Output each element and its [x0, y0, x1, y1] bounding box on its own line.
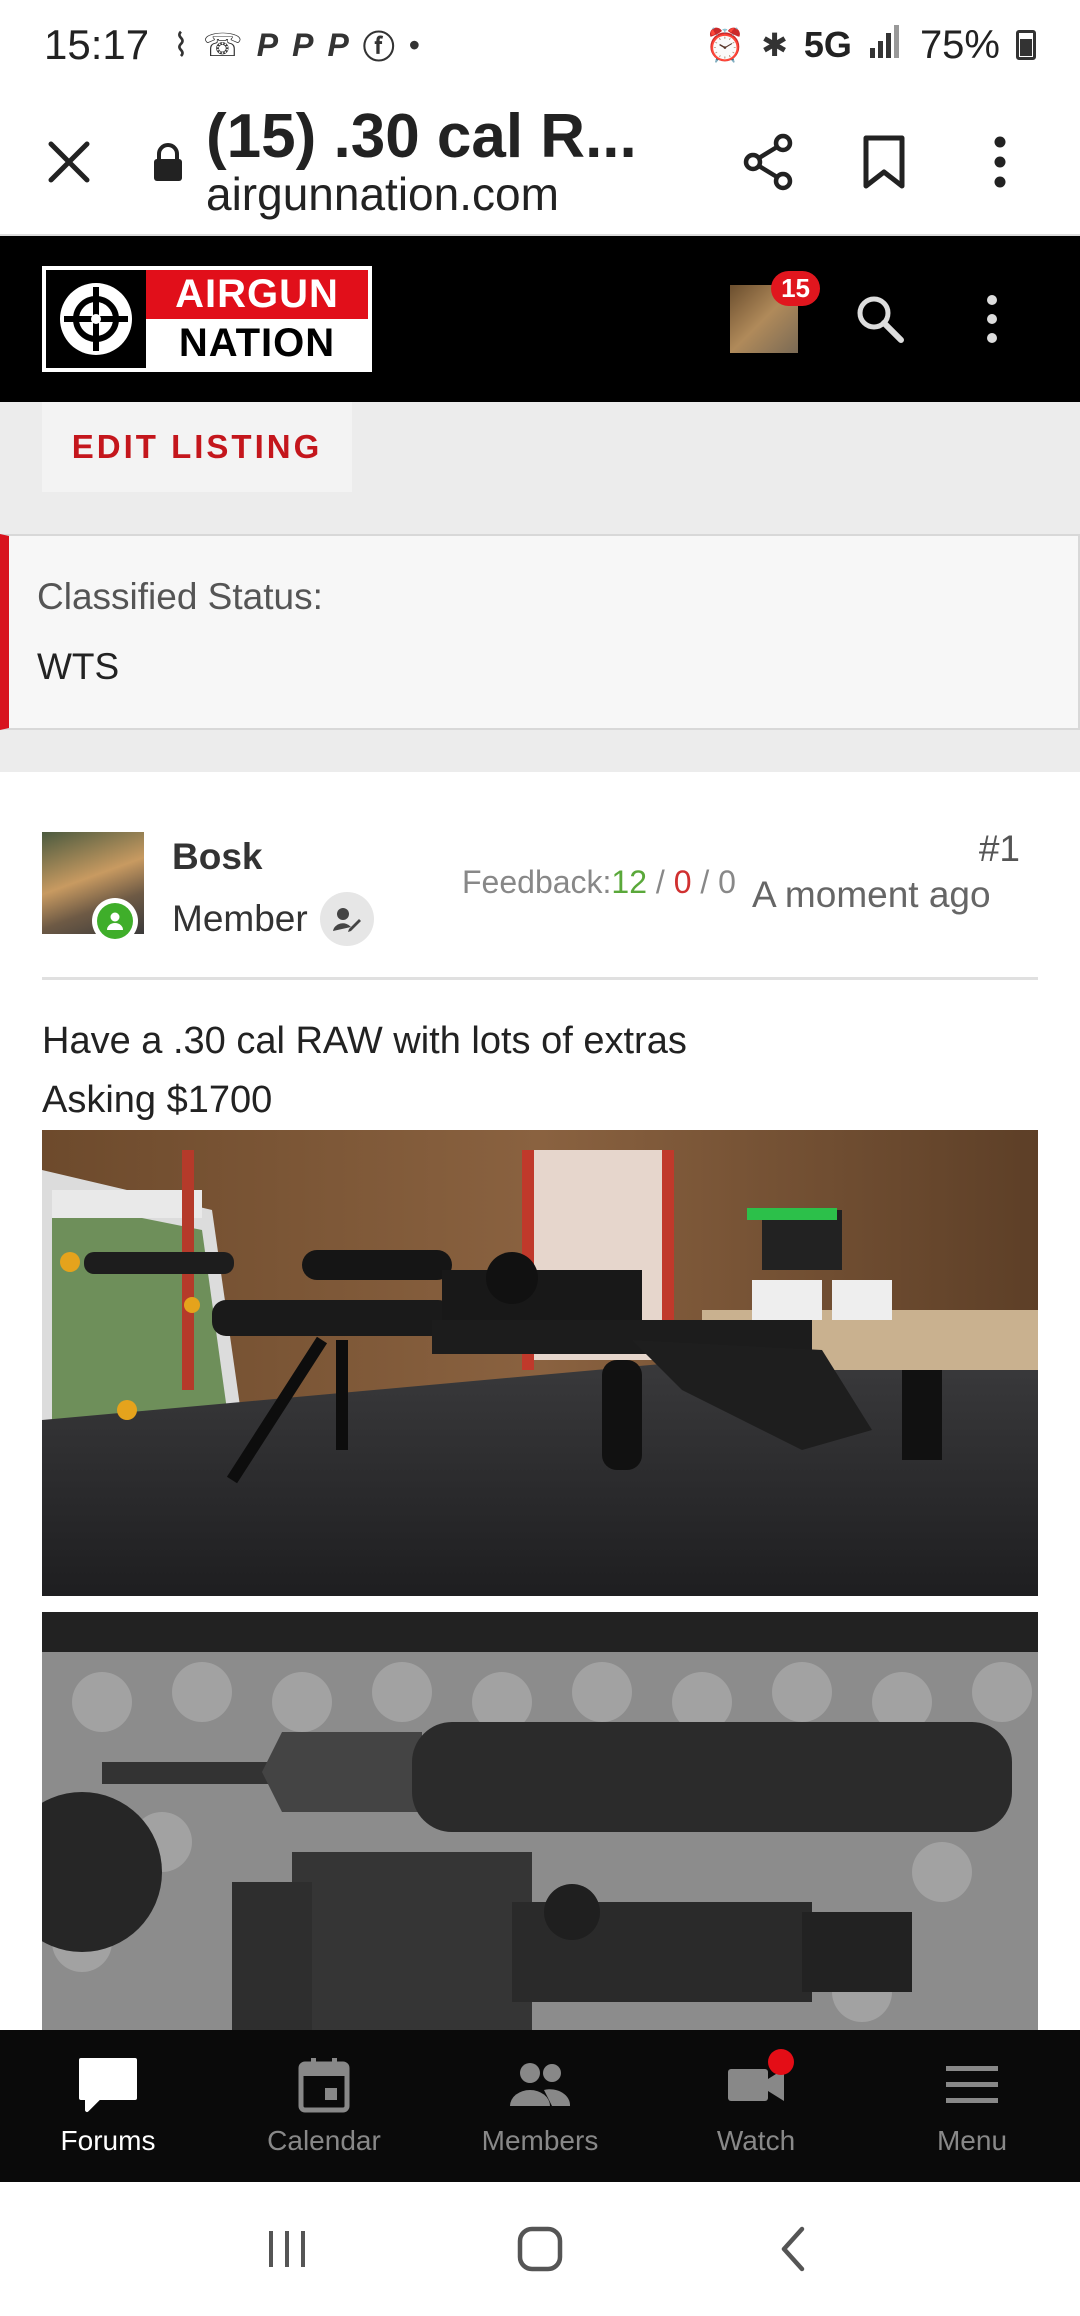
crosshair-icon: [46, 270, 146, 368]
new-content-dot: [768, 2049, 794, 2075]
online-status-icon: [92, 898, 138, 944]
back-icon: [782, 2226, 805, 2272]
video-camera-icon: [724, 2049, 794, 2115]
alarm-icon: ⏰: [705, 27, 746, 63]
network-type: 5G: [803, 24, 852, 65]
bookmark-button[interactable]: [854, 132, 914, 192]
search-icon: [857, 296, 904, 343]
classified-status-label: Classified Status:: [37, 576, 323, 617]
nav-forums[interactable]: Forums: [0, 2030, 216, 2182]
home-button[interactable]: [500, 2209, 580, 2289]
wifi-call-icon: ☏: [202, 27, 243, 63]
nav-calendar[interactable]: Calendar: [216, 2030, 432, 2182]
nav-label: Watch: [716, 2125, 796, 2156]
post-text-line: Have a .30 cal RAW with lots of extras: [42, 1020, 687, 1062]
nav-label: Forums: [60, 2125, 156, 2156]
listing-controls: EDIT LISTING Classified Status: WTS: [0, 402, 1080, 772]
notification-badge: 15: [771, 271, 820, 306]
lock-icon[interactable]: [148, 132, 188, 192]
classified-status-card: Classified Status: WTS: [0, 534, 1080, 730]
post-number[interactable]: #1: [979, 828, 1020, 870]
nav-label: Menu: [936, 2125, 1008, 2156]
close-tab-button[interactable]: [34, 127, 104, 197]
classified-status-value: WTS: [37, 646, 120, 687]
post-text-line: Asking $1700: [42, 1079, 273, 1121]
edit-listing-button[interactable]: EDIT LISTING: [42, 402, 352, 492]
feedback-summary[interactable]: Feedback:12 / 0 / 0: [462, 864, 736, 901]
post-body: Have a .30 cal RAW with lots of extras A…: [42, 1012, 687, 1130]
logo-text-top: AIRGUN: [146, 270, 368, 319]
hearing-aid-icon: ⌇: [173, 27, 189, 63]
site-more-button[interactable]: [962, 289, 1022, 349]
post-header: Bosk Member Feedback:12 / 0 / 0 A moment…: [42, 828, 1038, 980]
post: Bosk Member Feedback:12 / 0 / 0 A moment…: [0, 772, 1080, 2030]
paypal-icon: P: [256, 26, 279, 63]
bluetooth-icon: ✱: [761, 27, 788, 63]
logo-text-bottom: NATION: [146, 319, 368, 368]
nav-menu[interactable]: Menu: [864, 2030, 1080, 2182]
bottom-navigation: Forums Calendar Members Watch Menu: [0, 2030, 1080, 2182]
paypal-icon: P: [327, 26, 349, 63]
signal-icon: [868, 23, 904, 68]
nav-watch[interactable]: Watch: [648, 2030, 864, 2182]
close-icon: [48, 141, 90, 183]
site-logo[interactable]: AIRGUN NATION: [42, 266, 372, 372]
more-vertical-icon: [987, 295, 997, 343]
nav-members[interactable]: Members: [432, 2030, 648, 2182]
feedback-positive: 12: [611, 864, 648, 900]
page-url: airgunnation.com: [206, 168, 559, 220]
browser-more-button[interactable]: [970, 132, 1030, 192]
post-photo-rifle-table[interactable]: [42, 1130, 1038, 1596]
dot-icon: •: [408, 26, 420, 63]
user-role-label: Member: [172, 898, 308, 939]
facebook-icon: ⓕ: [362, 29, 395, 65]
calendar-icon: [292, 2055, 356, 2115]
back-button[interactable]: [753, 2209, 833, 2289]
share-icon: [743, 133, 793, 191]
username-link[interactable]: Bosk: [172, 836, 262, 878]
recent-apps-button[interactable]: [247, 2209, 327, 2289]
post-timestamp[interactable]: A moment ago: [752, 874, 991, 916]
battery-percent: 75%: [919, 22, 1000, 67]
feedback-neutral: 0: [673, 864, 692, 900]
hamburger-icon: [940, 2055, 1004, 2115]
more-vertical-icon: [994, 136, 1006, 188]
browser-toolbar: (15) .30 cal R... airgunnation.com: [0, 90, 1080, 236]
site-header: AIRGUN NATION 15: [0, 236, 1080, 402]
page-title: (15) .30 cal R...: [206, 104, 637, 172]
post-photo-rifle-case[interactable]: [42, 1612, 1038, 2030]
paypal-icon: P: [292, 26, 314, 63]
feedback-separator: /: [647, 864, 674, 900]
battery-icon: [1016, 30, 1036, 60]
members-icon: [508, 2055, 572, 2115]
search-button[interactable]: [850, 289, 910, 349]
page-title-block[interactable]: (15) .30 cal R... airgunnation.com: [206, 104, 646, 220]
account-avatar-button[interactable]: 15: [730, 271, 820, 353]
feedback-separator: /: [691, 864, 719, 900]
status-bar: 15:17 ⌇ ☏ P P P ⓕ • ⏰ ✱ 5G 75%: [0, 0, 1080, 90]
nav-label: Calendar: [267, 2125, 381, 2156]
share-button[interactable]: [738, 132, 798, 192]
home-icon: [517, 2226, 563, 2272]
user-role: Member: [172, 892, 374, 946]
feedback-negative: 0: [718, 864, 736, 900]
feedback-label: Feedback:: [462, 864, 612, 900]
status-time: 15:17: [44, 21, 150, 68]
nav-label: Members: [481, 2125, 599, 2156]
chat-bubble-icon: [76, 2055, 140, 2115]
edit-user-icon: [319, 892, 374, 946]
bookmark-icon: [863, 135, 905, 189]
system-navigation: [0, 2182, 1080, 2316]
recent-apps-icon: [268, 2231, 305, 2267]
